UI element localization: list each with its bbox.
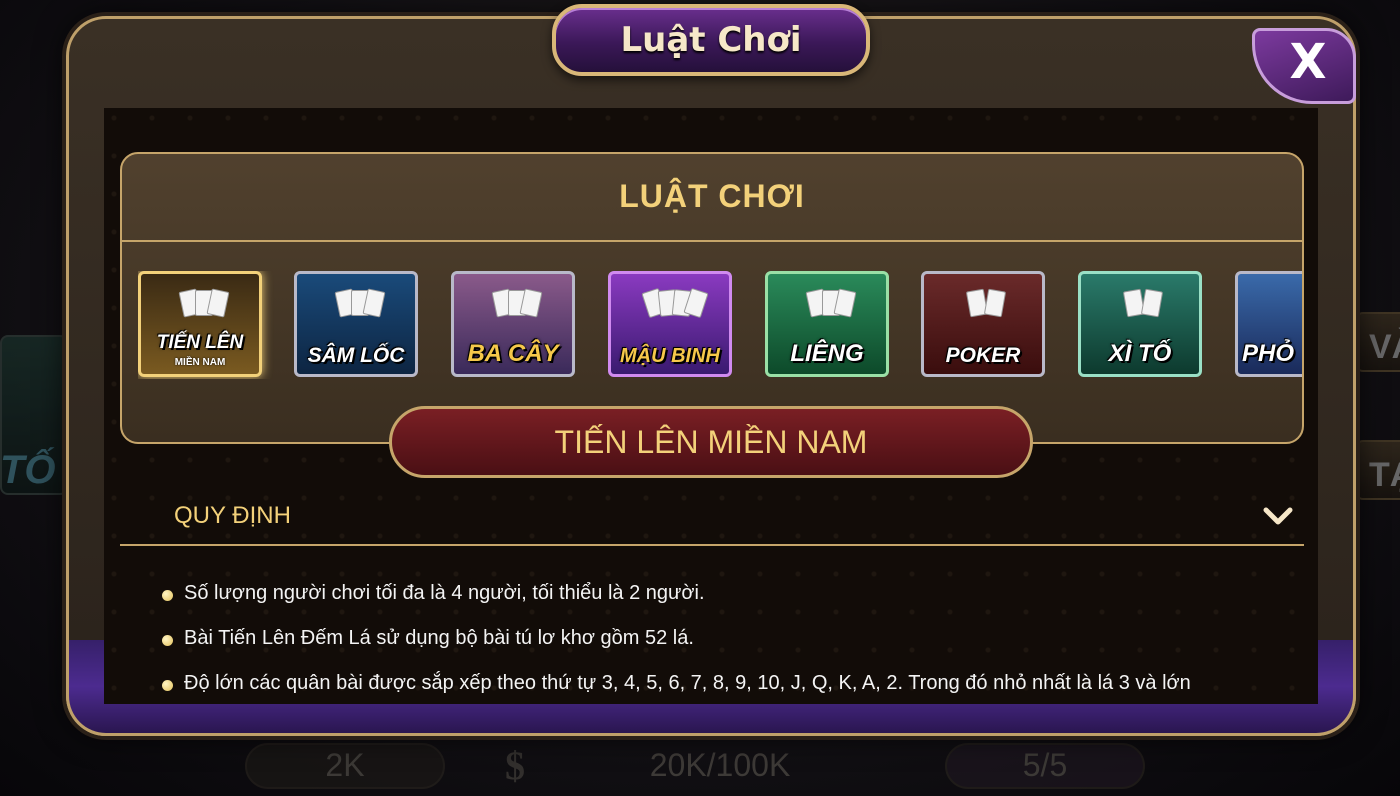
close-icon: X bbox=[1289, 34, 1327, 90]
section-label: QUY ĐỊNH bbox=[174, 502, 291, 529]
game-tile-label: PHỎ bbox=[1242, 340, 1295, 367]
game-tile-pho[interactable]: PHỎ bbox=[1235, 271, 1302, 377]
game-tile-poker[interactable]: POKER bbox=[921, 271, 1045, 377]
game-tile-lieng[interactable]: LIÊNG bbox=[765, 271, 889, 377]
game-tile-label: XÌ TỐ bbox=[1108, 340, 1172, 367]
game-tile-label: SÂM LỐC bbox=[307, 344, 405, 367]
cards-icon bbox=[641, 287, 709, 326]
game-tile-tien-len[interactable]: TIẾN LÊN MIỀN NAM bbox=[138, 271, 262, 377]
dialog-title: Luật Chơi bbox=[620, 20, 802, 60]
cards-icon bbox=[488, 288, 544, 326]
selected-game-title: TIẾN LÊN MIỀN NAM bbox=[554, 423, 868, 460]
game-tile-ba-cay[interactable]: BA CÂY bbox=[451, 271, 575, 377]
divider bbox=[122, 240, 1302, 242]
dollar-icon: $ bbox=[505, 743, 525, 788]
background-button: TẠ bbox=[1355, 440, 1400, 500]
background-player-count: 5/5 bbox=[945, 742, 1145, 789]
list-item: Bài Tiến Lên Đếm Lá sử dụng bộ bài tú lơ… bbox=[162, 627, 1282, 672]
cards-icon bbox=[331, 288, 387, 326]
game-tile-mau-binh[interactable]: MẬU BINH bbox=[608, 271, 732, 377]
chevron-down-icon bbox=[1263, 507, 1293, 525]
rules-panel-title: LUẬT CHƠI bbox=[619, 178, 805, 214]
cards-icon bbox=[1115, 288, 1171, 326]
game-tile-label: POKER bbox=[945, 344, 1021, 367]
selected-game-banner: TIẾN LÊN MIỀN NAM bbox=[389, 406, 1033, 478]
game-tile-sublabel: MIỀN NAM bbox=[174, 357, 226, 368]
background-game-label: TỐ bbox=[0, 448, 56, 492]
background-table-info: 2K $ 20K/100K 5/5 bbox=[180, 735, 1220, 796]
cards-icon bbox=[175, 288, 231, 326]
dialog-title-plaque: Luật Chơi bbox=[552, 4, 870, 76]
game-tile-label: BA CÂY bbox=[467, 340, 559, 367]
game-tile-sam-loc[interactable]: SÂM LỐC bbox=[294, 271, 418, 377]
list-item: Số lượng người chơi tối đa là 4 người, t… bbox=[162, 582, 1282, 627]
background-bet-value: 2K bbox=[245, 742, 445, 789]
list-item: Độ lớn các quân bài được sắp xếp theo th… bbox=[162, 672, 1282, 704]
background-button: VÀ bbox=[1355, 312, 1400, 372]
game-tile-label: MẬU BINH bbox=[620, 345, 720, 367]
cards-icon bbox=[958, 288, 1014, 326]
rules-list: Số lượng người chơi tối đa là 4 người, t… bbox=[162, 582, 1282, 704]
background-stake-value: 20K/100K bbox=[649, 747, 791, 783]
game-selector: TIẾN LÊN MIỀN NAM SÂM LỐC BA CÂY MẬU BIN… bbox=[138, 271, 1302, 379]
section-header-quy-dinh[interactable]: QUY ĐỊNH bbox=[120, 490, 1304, 546]
game-tile-label: LIÊNG bbox=[790, 340, 864, 367]
game-tile-label: TIẾN LÊN bbox=[156, 332, 244, 353]
game-tile-xi-to[interactable]: XÌ TỐ bbox=[1078, 271, 1202, 377]
cards-icon bbox=[802, 288, 858, 326]
